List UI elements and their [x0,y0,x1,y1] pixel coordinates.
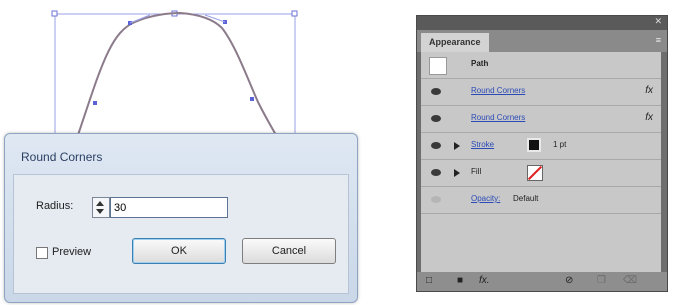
cancel-button[interactable]: Cancel [242,238,336,264]
artboard: Round Corners Radius: Preview OK Cancel [0,0,370,305]
duplicate-icon[interactable]: ❐ [597,275,606,286]
visibility-eye-icon[interactable] [431,142,441,149]
round-corners-dialog: Round Corners Radius: Preview OK Cancel [4,133,358,303]
fill-none-swatch[interactable] [527,165,543,181]
appearance-list: Path Round Corners fx Round Corners fx S… [421,52,661,272]
expand-triangle-icon[interactable] [454,142,460,150]
opacity-row[interactable]: Opacity: Default [421,187,661,214]
anchor-point [93,101,97,105]
selection-bounding-box [54,13,296,145]
fill-row[interactable]: Fill [421,160,661,187]
preview-label: Preview [52,246,92,258]
panel-bottom-toolbar: □ ■ fx. ⊘ ❐ ⌫ [417,272,667,291]
radius-input[interactable] [110,197,228,218]
visibility-eye-icon[interactable] [431,115,441,122]
stroke-row[interactable]: Stroke 1 pt [421,133,661,160]
ok-button[interactable]: OK [132,238,226,264]
bbox-handle [51,10,58,17]
visibility-eye-icon[interactable] [431,196,441,203]
radius-stepper[interactable] [92,197,110,218]
fill-label: Fill [471,167,482,176]
effect-link[interactable]: Round Corners [471,113,525,122]
effect-link[interactable]: Round Corners [471,86,525,95]
stroke-color-swatch[interactable] [527,138,541,152]
panel-tab-bar: Appearance ≡ [417,30,667,52]
panel-menu-icon[interactable]: ≡ [656,35,661,45]
effect-row[interactable]: Round Corners fx [421,106,661,133]
stepper-down-arrow-icon[interactable] [96,209,104,214]
clear-icon[interactable]: ⊘ [565,275,573,286]
dialog-body: Radius: Preview OK Cancel [13,174,349,294]
opacity-value: Default [513,194,539,203]
panel-title-bar: ✕ [417,16,667,30]
radius-label: Radius: [36,200,74,212]
appearance-panel: ✕ Appearance ≡ Path Round Corners fx Rou… [416,15,668,292]
path-thumbnail [429,57,447,75]
preview-checkbox[interactable] [36,247,48,259]
anchor-point [250,97,254,101]
close-icon[interactable]: ✕ [654,16,662,27]
dialog-title: Round Corners [21,150,103,164]
visibility-eye-icon[interactable] [431,88,441,95]
direction-line [129,14,151,24]
effect-row[interactable]: Round Corners fx [421,79,661,106]
new-fill-icon[interactable]: ■ [457,275,463,286]
stepper-up-arrow-icon[interactable] [96,201,104,206]
new-stroke-icon[interactable]: □ [426,275,432,286]
fx-icon[interactable]: fx [645,85,653,96]
add-effect-icon[interactable]: fx. [479,275,490,286]
stroke-weight[interactable]: 1 pt [553,140,566,149]
stroke-link[interactable]: Stroke [471,140,494,149]
delete-icon[interactable]: ⌫ [623,275,637,286]
path-row[interactable]: Path [421,52,661,79]
opacity-link[interactable]: Opacity: [471,194,500,203]
tab-appearance[interactable]: Appearance [421,33,489,52]
path-label: Path [471,59,489,68]
fx-icon[interactable]: fx [645,112,653,123]
expand-triangle-icon[interactable] [454,169,460,177]
bbox-handle [291,10,298,17]
rounded-path [77,11,277,136]
visibility-eye-icon[interactable] [431,169,441,176]
